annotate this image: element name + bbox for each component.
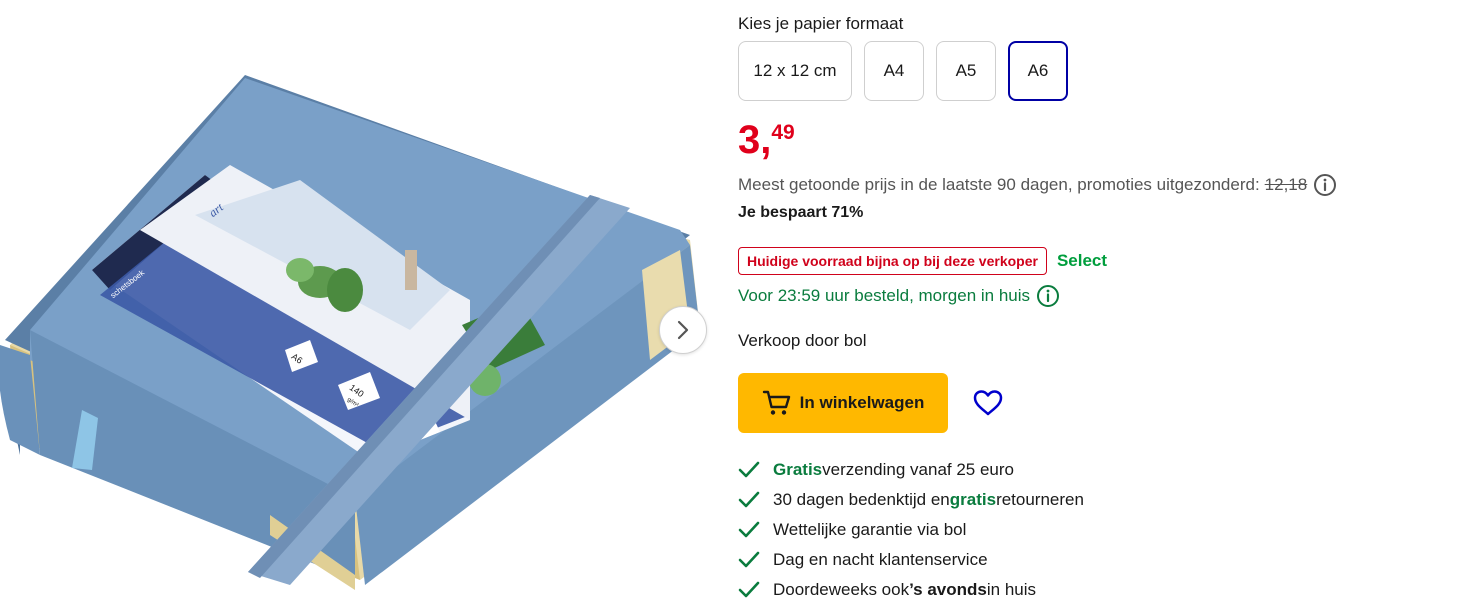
check-icon [738,521,762,539]
stock-row: Huidige voorraad bijna op bij deze verko… [738,247,1107,275]
check-icon [738,581,762,599]
info-icon[interactable] [1313,173,1337,197]
usp-item: Gratis verzending vanaf 25 euro [738,455,1084,485]
check-icon [738,461,762,479]
delivery-info-icon[interactable] [1036,284,1060,308]
usp-returns-bold: gratis [949,490,997,509]
delivery-text: Voor 23:59 uur besteld, morgen in huis [738,286,1031,305]
usp-item: Dag en nacht klantenservice [738,545,1084,575]
product-image[interactable]: A6 140 g/m² 160 schetsboek art [0,60,720,590]
stock-warning-badge: Huidige voorraad bijna op bij deze verko… [738,247,1047,275]
format-selector: 12 x 12 cm A4 A5 A6 [738,41,1068,101]
savings-text: Je bespaart 71% [738,204,864,221]
format-label: Kies je papier formaat [738,14,904,33]
usp-free-shipping-bold: Gratis [773,460,823,479]
usp-service-text: Dag en nacht klantenservice [773,550,988,569]
chevron-right-icon [677,320,689,340]
price-decimals: 49 [771,121,795,144]
seller-text: Verkoop door bol [738,331,867,350]
reference-old-price: 12,18 [1264,175,1308,194]
usp-evening-pre: Doordeweeks ook [773,580,910,599]
reference-price-row: Meest getoonde prijs in de laatste 90 da… [738,173,1337,197]
product-gallery: A6 140 g/m² 160 schetsboek art [0,0,720,605]
format-option-12x12[interactable]: 12 x 12 cm [738,41,852,101]
usp-evening-post: in huis [986,580,1037,599]
gallery-next-button[interactable] [659,306,707,354]
check-icon [738,491,762,509]
format-option-a4[interactable]: A4 [864,41,924,101]
wishlist-button[interactable] [970,385,1006,421]
cart-icon [762,390,790,415]
check-icon [738,551,762,569]
usp-item: Doordeweeks ook ’s avonds in huis [738,575,1084,605]
add-to-cart-button[interactable]: In winkelwagen [738,373,948,433]
usp-returns-post: retourneren [996,490,1084,509]
price-integer: 3, [738,118,772,162]
usp-returns-pre: 30 dagen bedenktijd en [773,490,950,509]
reference-price-text: Meest getoonde prijs in de laatste 90 da… [738,175,1260,194]
usp-free-shipping-text: verzending vanaf 25 euro [822,460,1014,479]
format-option-a6[interactable]: A6 [1008,41,1068,101]
usp-item: Wettelijke garantie via bol [738,515,1084,545]
heart-icon [973,390,1003,416]
format-option-a5[interactable]: A5 [936,41,996,101]
price: 3, 49 [738,118,795,162]
select-label[interactable]: Select [1057,251,1107,271]
usp-list: Gratis verzending vanaf 25 euro 30 dagen… [738,455,1084,605]
add-to-cart-label: In winkelwagen [799,393,925,412]
usp-evening-bold: ’s avonds [909,580,987,599]
usp-warranty-text: Wettelijke garantie via bol [773,520,967,539]
usp-item: 30 dagen bedenktijd en gratis retournere… [738,485,1084,515]
delivery-promise: Voor 23:59 uur besteld, morgen in huis [738,284,1060,308]
